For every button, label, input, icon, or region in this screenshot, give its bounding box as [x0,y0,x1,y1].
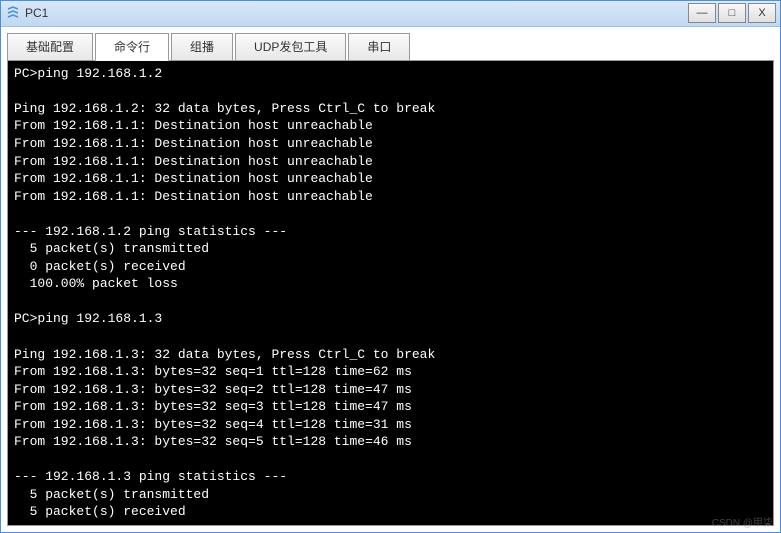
tab-multicast[interactable]: 组播 [171,33,233,61]
tab-udp-tool[interactable]: UDP发包工具 [235,33,346,61]
terminal-line: From 192.168.1.1: Destination host unrea… [14,117,767,135]
terminal-line: 5 packet(s) received [14,503,767,521]
window-controls: — □ X [688,3,776,23]
watermark: CSDN @甲柒 [712,514,773,529]
window-title: PC1 [25,6,688,20]
window-frame: PC1 — □ X 基础配置 命令行 组播 UDP发包工具 串口 PC>ping… [0,0,781,533]
maximize-button[interactable]: □ [718,3,746,23]
content-area: 基础配置 命令行 组播 UDP发包工具 串口 PC>ping 192.168.1… [1,27,780,532]
tab-bar: 基础配置 命令行 组播 UDP发包工具 串口 [7,33,774,61]
terminal-line [14,451,767,469]
terminal-line [14,82,767,100]
terminal-line: 0 packet(s) received [14,258,767,276]
terminal-output[interactable]: PC>ping 192.168.1.2 Ping 192.168.1.2: 32… [7,60,774,526]
tab-command-line[interactable]: 命令行 [95,33,169,61]
terminal-line [14,205,767,223]
terminal-line: 100.00% packet loss [14,275,767,293]
terminal-line: --- 192.168.1.3 ping statistics --- [14,468,767,486]
terminal-line: Ping 192.168.1.3: 32 data bytes, Press C… [14,346,767,364]
terminal-line: From 192.168.1.3: bytes=32 seq=3 ttl=128… [14,398,767,416]
terminal-line: PC>ping 192.168.1.3 [14,310,767,328]
terminal-line [14,328,767,346]
app-icon [5,5,21,21]
terminal-line: From 192.168.1.1: Destination host unrea… [14,188,767,206]
terminal-line: --- 192.168.1.2 ping statistics --- [14,223,767,241]
terminal-line: From 192.168.1.1: Destination host unrea… [14,170,767,188]
minimize-button[interactable]: — [688,3,716,23]
terminal-line: From 192.168.1.3: bytes=32 seq=2 ttl=128… [14,381,767,399]
tab-basic-config[interactable]: 基础配置 [7,33,93,61]
titlebar: PC1 — □ X [1,1,780,27]
terminal-line: Ping 192.168.1.2: 32 data bytes, Press C… [14,100,767,118]
terminal-line: From 192.168.1.3: bytes=32 seq=1 ttl=128… [14,363,767,381]
terminal-line: 5 packet(s) transmitted [14,240,767,258]
terminal-line: From 192.168.1.1: Destination host unrea… [14,135,767,153]
terminal-line: 5 packet(s) transmitted [14,486,767,504]
terminal-line: From 192.168.1.1: Destination host unrea… [14,153,767,171]
terminal-line: PC>ping 192.168.1.2 [14,65,767,83]
close-button[interactable]: X [748,3,776,23]
tab-serial[interactable]: 串口 [348,33,410,61]
terminal-line [14,293,767,311]
terminal-line: From 192.168.1.3: bytes=32 seq=4 ttl=128… [14,416,767,434]
terminal-line: From 192.168.1.3: bytes=32 seq=5 ttl=128… [14,433,767,451]
